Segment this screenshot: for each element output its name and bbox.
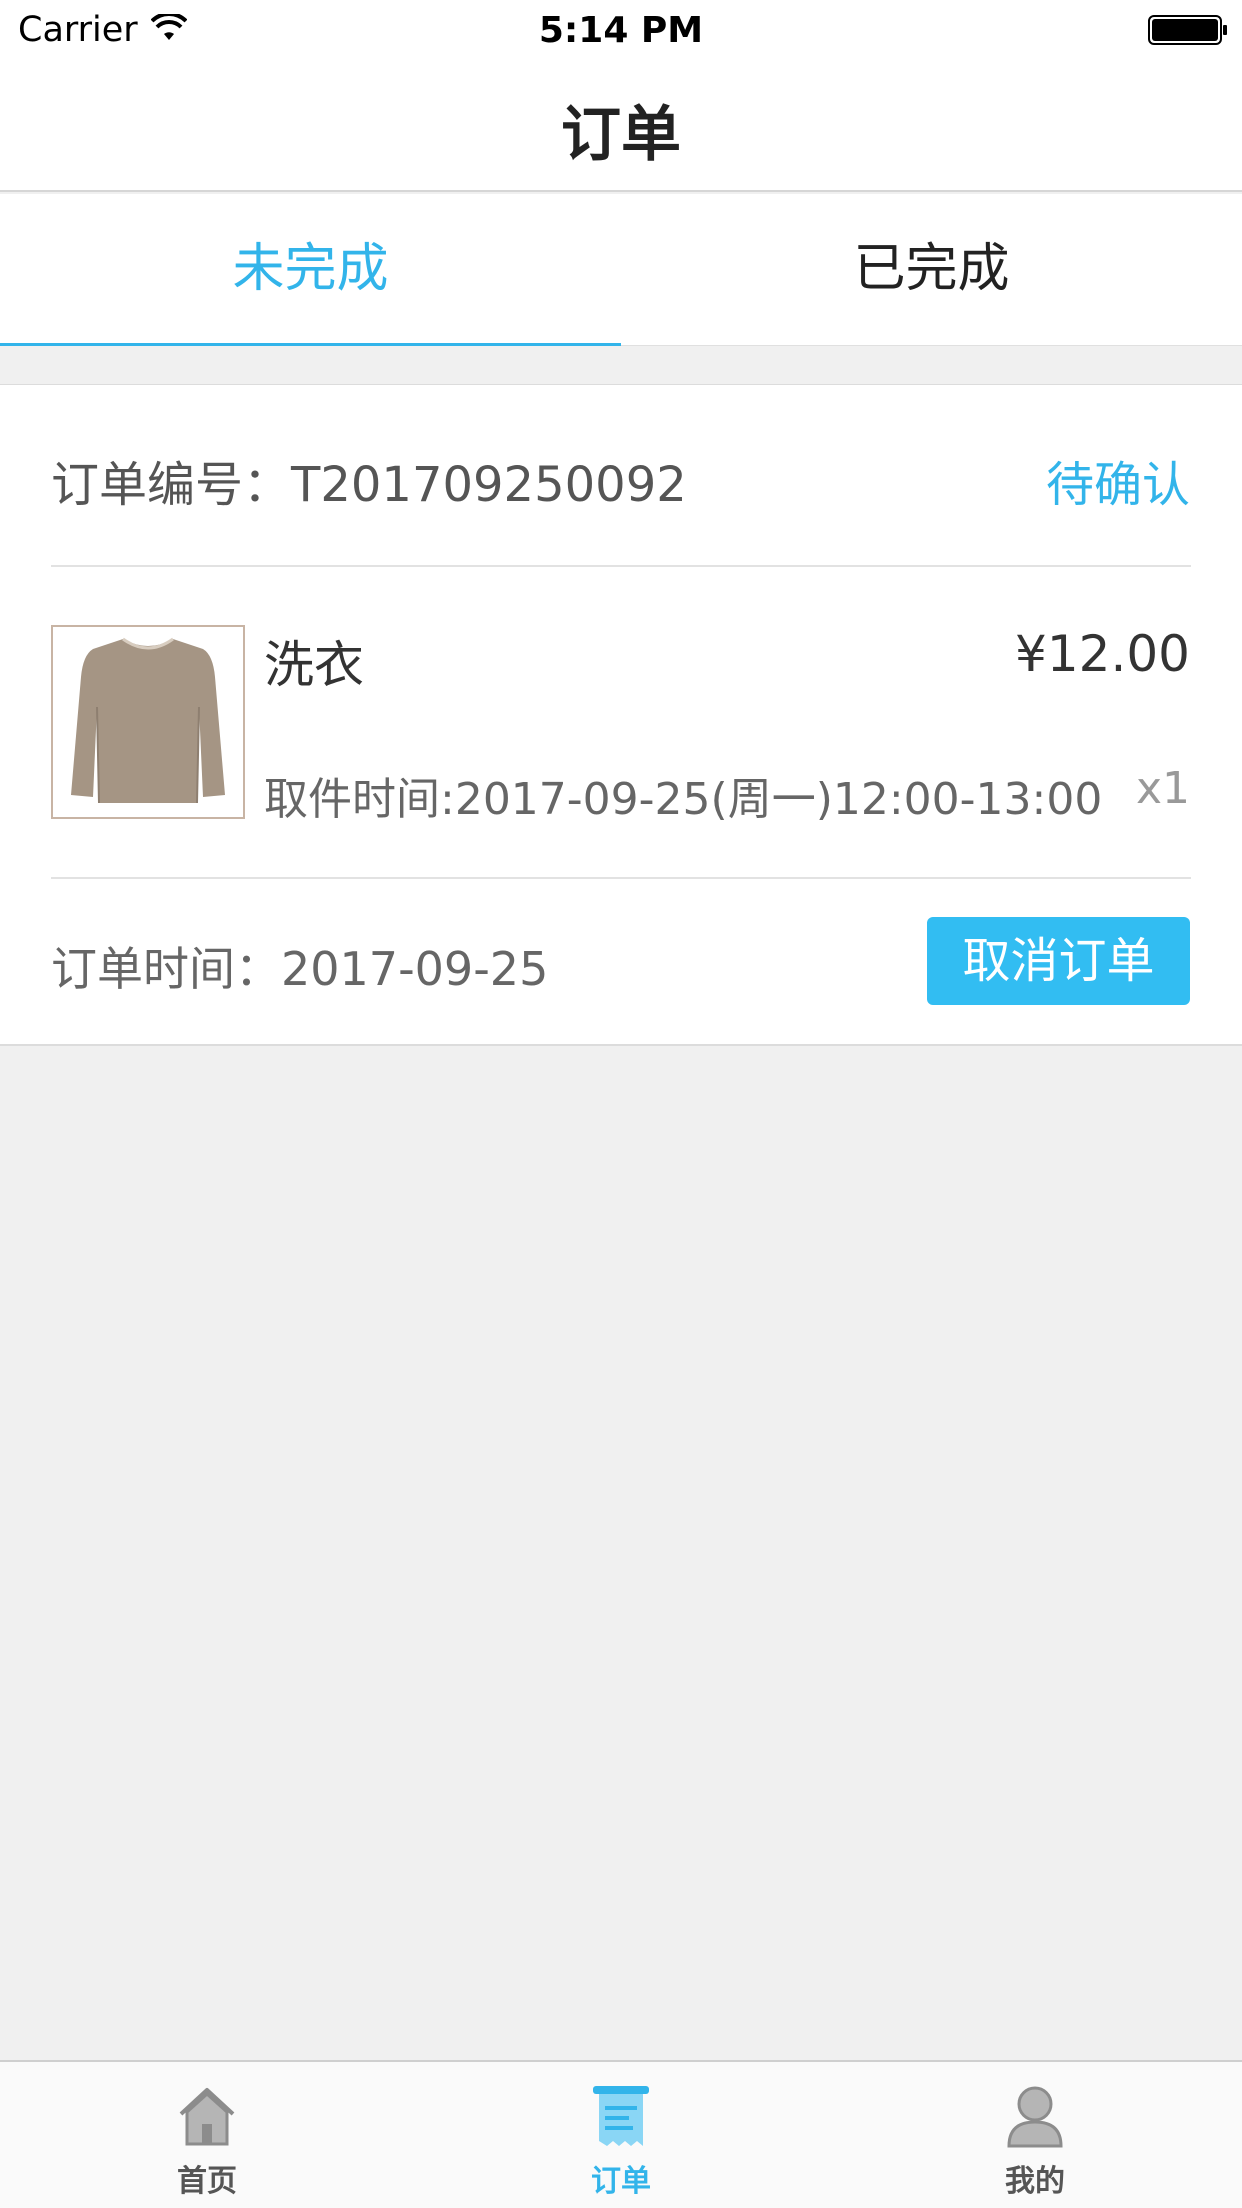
tab-bar-label: 订单 — [591, 2164, 651, 2199]
order-time: 订单时间：2017-09-25 — [51, 942, 549, 996]
product-price: ¥12.00 — [1015, 625, 1190, 683]
tab-bar-profile[interactable]: 我的 — [828, 2062, 1242, 2208]
battery-icon — [1148, 15, 1227, 45]
pickup-time: 取件时间:2017-09-25(周一)12:00-13:00 — [264, 774, 1103, 825]
sweater-icon — [53, 627, 243, 817]
profile-icon — [1007, 2086, 1063, 2148]
divider — [51, 877, 1191, 879]
tab-incomplete[interactable]: 未完成 — [0, 194, 621, 346]
active-tab-indicator — [0, 343, 621, 346]
tab-bar-home[interactable]: 首页 — [0, 2062, 414, 2208]
cancel-order-button[interactable]: 取消订单 — [927, 917, 1190, 1005]
product-name: 洗衣 — [264, 636, 364, 694]
item-quantity: x1 — [1135, 763, 1190, 814]
order-status-badge: 待确认 — [1045, 457, 1190, 513]
tab-completed[interactable]: 已完成 — [621, 194, 1242, 346]
order-icon — [593, 2086, 649, 2146]
home-icon — [179, 2088, 235, 2146]
status-time: 5:14 PM — [538, 10, 704, 51]
bottom-tab-bar: 首页 订单 我的 — [0, 2060, 1242, 2208]
nav-bar: 订单 — [0, 60, 1242, 192]
status-bar: Carrier 5:14 PM — [0, 0, 1242, 60]
page-title: 订单 — [561, 100, 681, 170]
tab-bar-label: 首页 — [177, 2164, 237, 2199]
order-card[interactable]: 订单编号：T201709250092 待确认 洗衣 ¥12.00 取件时间:20… — [0, 384, 1242, 1046]
tab-bar-label: 我的 — [1005, 2164, 1065, 2199]
divider — [51, 565, 1191, 567]
tab-bar-orders[interactable]: 订单 — [414, 2062, 828, 2208]
order-number: 订单编号：T201709250092 — [51, 457, 687, 513]
sweater-image — [51, 625, 245, 819]
order-status-tabs: 未完成 已完成 — [0, 194, 1242, 346]
